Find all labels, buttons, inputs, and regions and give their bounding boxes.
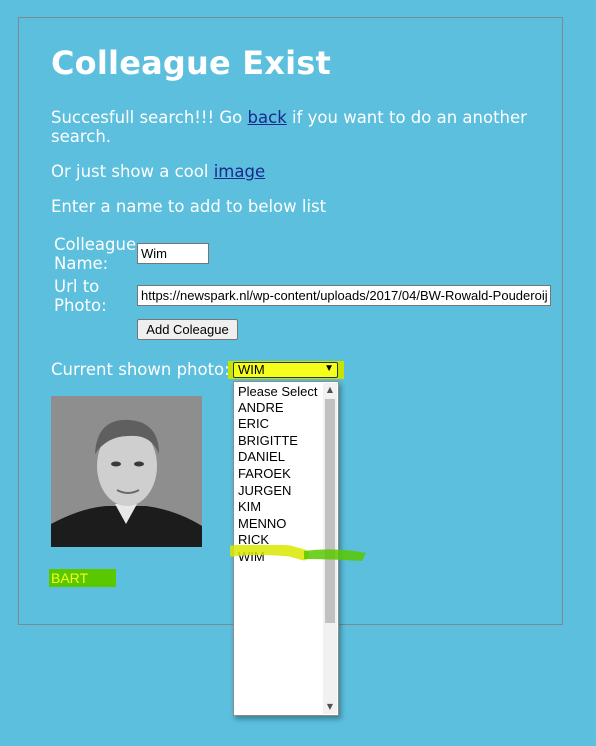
back-link[interactable]: back [248,108,287,127]
add-prompt: Enter a name to add to below list [51,197,327,216]
scroll-up-arrow-icon[interactable]: ▲ [323,383,337,397]
scroll-down-arrow-icon[interactable]: ▼ [323,700,337,714]
option-menno[interactable]: MENNO [238,516,286,532]
image-message: Or just show a cool image [51,162,265,181]
image-link[interactable]: image [214,162,265,181]
page-title: Colleague Exist [51,44,332,82]
colleague-name-label: Colleague Name: [54,235,137,273]
option-brigitte[interactable]: BRIGITTE [238,433,298,449]
current-name-text: BART [51,570,89,586]
photo-url-label: Url to Photo: [54,277,107,315]
wim-highlight-mark [230,545,366,561]
add-colleague-button[interactable]: Add Coleague [137,319,238,340]
option-andre[interactable]: ANDRE [238,400,284,416]
colleague-name-input[interactable] [137,243,209,264]
colleague-photo [51,396,202,547]
option-kim[interactable]: KIM [238,499,261,515]
search-message-prefix: Succesfull search!!! Go [51,108,248,127]
search-message: Succesfull search!!! Go back if you want… [51,108,531,146]
current-photo-label: Current shown photo: [51,360,230,379]
option-jurgen[interactable]: JURGEN [238,483,291,499]
option-please-select[interactable]: Please Select [238,384,318,400]
chevron-down-icon: ▼ [324,363,334,374]
scrollbar-thumb[interactable] [325,399,335,623]
option-daniel[interactable]: DANIEL [238,449,285,465]
option-eric[interactable]: ERIC [238,416,269,432]
photo-select[interactable]: WIM ▼ [233,362,338,378]
image-message-prefix: Or just show a cool [51,162,214,181]
photo-select-value: WIM [238,362,265,377]
option-faroek[interactable]: FAROEK [238,466,291,482]
photo-url-input[interactable] [137,285,551,306]
